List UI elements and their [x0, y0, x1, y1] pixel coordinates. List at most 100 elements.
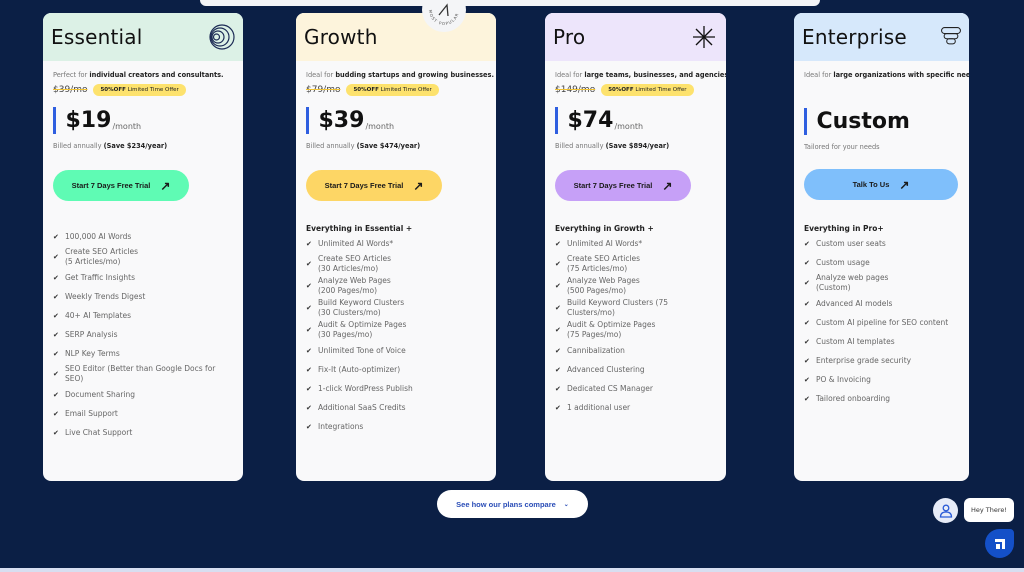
plan-header: Enterprise	[794, 13, 969, 61]
feature-list: ✔ 100,000 AI Words ✔ Create SEO Articles (5…	[53, 227, 233, 442]
old-price: $149/mo	[555, 85, 596, 95]
feature-text: Unlimited AI Words*	[567, 238, 643, 248]
check-icon: ✔	[555, 326, 561, 334]
check-icon: ✔	[53, 253, 59, 261]
feature-item: ✔ Dedicated CS Manager	[555, 379, 716, 398]
feature-item: ✔ Get Traffic Insights	[53, 268, 233, 287]
start-trial-button[interactable]: Start 7 Days Free Trial ↗	[53, 170, 189, 201]
offer-badge: 50%OFF Limited Time Offer	[93, 84, 186, 96]
feature-text: Fix-It (Auto-optimizer)	[318, 364, 401, 374]
check-icon: ✔	[555, 260, 561, 268]
price: $74 /month	[555, 106, 716, 134]
user-icon	[939, 504, 952, 518]
feature-item: ✔ Document Sharing	[53, 385, 233, 404]
check-icon: ✔	[306, 304, 312, 312]
feature-item: ✔ Create SEO Articles (75 Articles/mo)	[555, 253, 716, 275]
arrow-up-right-icon: ↗	[413, 178, 424, 193]
feature-item: ✔ 1 additional user	[555, 398, 716, 417]
feature-text: Create SEO Articles (75 Articles/mo)	[567, 254, 641, 273]
feature-text: Weekly Trends Digest	[65, 291, 146, 301]
asterisk-icon	[693, 26, 715, 48]
feature-text: 1-click WordPress Publish	[318, 383, 413, 393]
feature-item: ✔ Additional SaaS Credits	[306, 398, 486, 417]
check-icon: ✔	[804, 239, 810, 248]
check-icon: ✔	[306, 239, 312, 248]
most-popular-badge: MOST POPULAR	[422, 0, 466, 32]
check-icon: ✔	[804, 299, 810, 308]
compare-plans-button[interactable]: See how our plans compare ⌄	[437, 490, 588, 518]
feature-text: Create SEO Articles (30 Articles/mo)	[318, 254, 392, 273]
feature-text: Custom AI pipeline for SEO content	[816, 317, 949, 327]
feature-item: ✔ SEO Editor (Better than Google Docs for…	[53, 363, 233, 385]
svg-text:MOST POPULAR: MOST POPULAR	[428, 9, 460, 26]
feature-text: NLP Key Terms	[65, 348, 120, 358]
plan-title: Pro	[553, 25, 586, 49]
chevron-down-icon: ⌄	[563, 501, 569, 508]
accent-bar	[555, 107, 558, 134]
billed-note: Billed annually (Save $234/year)	[53, 142, 168, 150]
plan-title: Essential	[51, 25, 143, 49]
feature-text: 40+ AI Templates	[65, 310, 132, 320]
feature-text: Additional SaaS Credits	[318, 402, 406, 412]
features-title: Everything in Pro+	[804, 224, 884, 233]
feature-list: ✔ Unlimited AI Words* ✔ Create SEO Articles…	[555, 234, 716, 417]
feature-text: SERP Analysis	[65, 329, 118, 339]
feature-item: ✔ Tailored onboarding	[804, 389, 959, 408]
feature-text: PO & Invoicing	[816, 374, 871, 384]
feature-item: ✔ Live Chat Support	[53, 423, 233, 442]
feature-item: ✔ 1-click WordPress Publish	[306, 379, 486, 398]
check-icon: ✔	[804, 318, 810, 327]
check-icon: ✔	[53, 370, 59, 378]
accent-bar	[804, 108, 807, 135]
feature-item: ✔ Create SEO Articles (5 Articles/mo)	[53, 246, 233, 268]
feature-text: Custom user seats	[816, 238, 886, 248]
start-trial-button[interactable]: Start 7 Days Free Trial ↗	[555, 170, 691, 201]
chat-avatar[interactable]	[933, 498, 958, 523]
arrow-up-right-icon: MOST POPULAR	[428, 3, 460, 26]
feature-item: ✔ Audit & Optimize Pages (75 Pages/mo)	[555, 319, 716, 341]
talk-to-us-button[interactable]: Talk To Us ↗	[804, 169, 958, 200]
plan-tagline: Ideal for large organizations with speci…	[804, 71, 969, 79]
check-icon: ✔	[53, 390, 59, 399]
feature-text: Analyze web pages (Custom)	[816, 273, 889, 292]
features-title: Everything in Essential +	[306, 224, 413, 233]
check-icon: ✔	[53, 311, 59, 320]
price: $39 /month	[306, 106, 486, 134]
feature-text: Build Keyword Clusters (75 Clusters/mo)	[567, 298, 669, 317]
feature-text: 1 additional user	[567, 402, 631, 412]
check-icon: ✔	[555, 403, 561, 412]
plan-header: Pro	[545, 13, 726, 61]
feature-list: ✔ Unlimited AI Words* ✔ Create SEO Articles…	[306, 234, 486, 436]
check-icon: ✔	[306, 260, 312, 268]
feature-item: ✔ Build Keyword Clusters (75 Clusters/mo)	[555, 297, 716, 319]
offer-badge: 50%OFF Limited Time Offer	[601, 84, 694, 96]
bottom-strip	[0, 568, 1024, 572]
feature-text: Advanced AI models	[816, 298, 893, 308]
check-icon: ✔	[53, 232, 59, 241]
feature-item: ✔ 40+ AI Templates	[53, 306, 233, 325]
check-icon: ✔	[53, 292, 59, 301]
feature-text: 100,000 AI Words	[65, 231, 132, 241]
check-icon: ✔	[804, 258, 810, 267]
check-icon: ✔	[306, 282, 312, 290]
feature-item: ✔ Unlimited AI Words*	[555, 234, 716, 253]
check-icon: ✔	[555, 282, 561, 290]
start-trial-button[interactable]: Start 7 Days Free Trial ↗	[306, 170, 442, 201]
feature-item: ✔ Audit & Optimize Pages (30 Pages/mo)	[306, 319, 486, 341]
check-icon: ✔	[804, 279, 810, 287]
plan-title: Enterprise	[802, 25, 907, 49]
plan-tagline: Ideal for budding startups and growing b…	[306, 71, 494, 79]
feature-text: Custom AI templates	[816, 336, 895, 346]
chat-launcher-button[interactable]	[985, 529, 1014, 558]
old-price: $39/mo	[53, 85, 88, 95]
feature-text: Integrations	[318, 421, 364, 431]
feature-text: Live Chat Support	[65, 427, 133, 437]
plan-tagline: Perfect for individual creators and cons…	[53, 71, 224, 79]
feature-item: ✔ 100,000 AI Words	[53, 227, 233, 246]
chat-greeting-bubble[interactable]: Hey There!	[964, 498, 1014, 522]
check-icon: ✔	[555, 346, 561, 355]
feature-item: ✔ Fix-It (Auto-optimizer)	[306, 360, 486, 379]
stacked-layers-icon	[941, 27, 961, 45]
plan-header: Essential	[43, 13, 243, 61]
feature-text: Analyze Web Pages (200 Pages/mo)	[318, 276, 391, 295]
